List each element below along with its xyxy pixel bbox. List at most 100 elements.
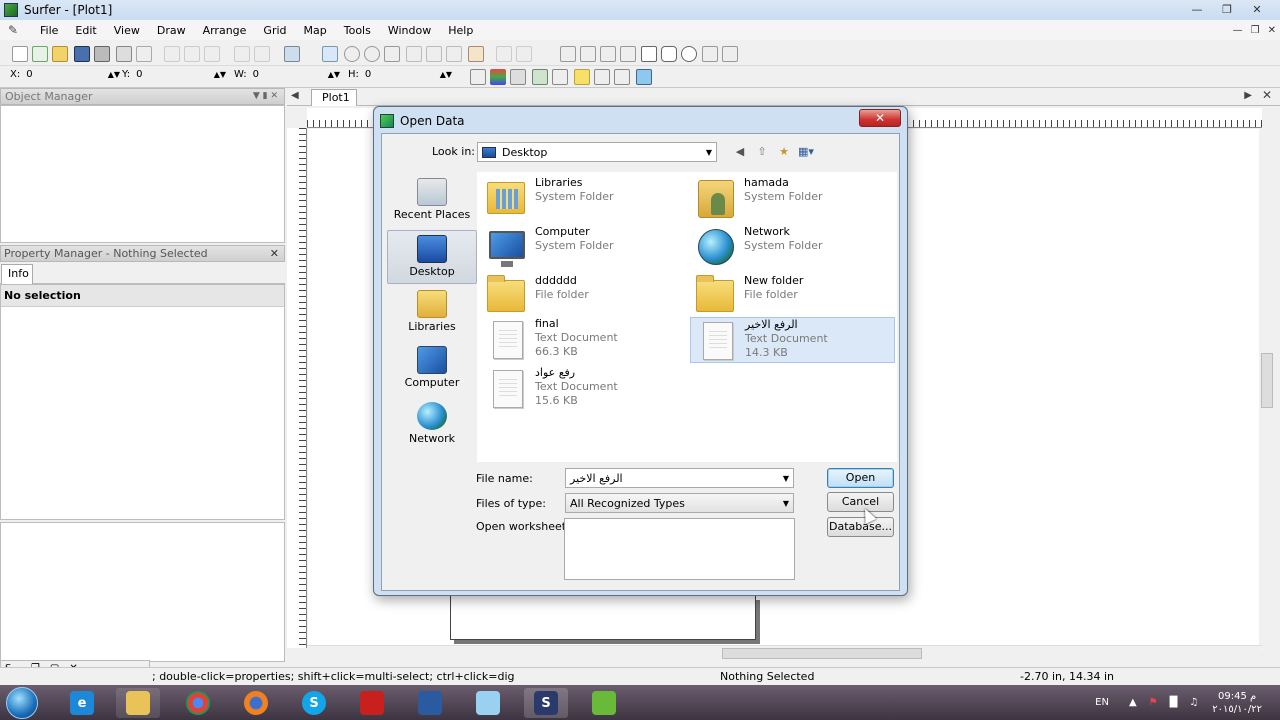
y-spinner-icon[interactable]: ▲▼: [214, 70, 226, 79]
close-icon[interactable]: ✕: [1242, 0, 1272, 18]
tab-scroll-left-icon[interactable]: ◀: [291, 90, 299, 101]
up-folder-icon[interactable]: ⇧: [754, 143, 770, 159]
tab-info[interactable]: Info: [1, 264, 33, 284]
action-center-icon[interactable]: ⚑: [1149, 697, 1158, 708]
polyline-tool-icon[interactable]: [600, 46, 616, 62]
pan-hand-icon[interactable]: [468, 46, 484, 62]
file-explorer-taskbar-icon[interactable]: [116, 688, 160, 718]
file-item-network[interactable]: Network System Folder: [690, 225, 895, 271]
height-field[interactable]: H: 0 ▲▼: [348, 69, 452, 80]
object-manager-tree[interactable]: [0, 105, 285, 243]
undo-icon[interactable]: [234, 46, 250, 62]
object-manager-controls[interactable]: ▼ ▮ ✕: [253, 89, 278, 104]
copy-icon[interactable]: [184, 46, 200, 62]
y-coordinate-field[interactable]: Y: 0 ▲▼: [122, 69, 226, 80]
new-icon[interactable]: [12, 46, 28, 62]
document-menu-icon[interactable]: ✎: [8, 23, 24, 37]
view-menu-icon[interactable]: ▦▾: [798, 143, 814, 159]
spline-tool-icon[interactable]: [702, 46, 718, 62]
network-tray-icon[interactable]: █: [1170, 697, 1178, 708]
clock[interactable]: 09:45 م ٢٠١٥/١٠/٢٢: [1212, 690, 1262, 716]
menu-window[interactable]: Window: [380, 24, 440, 37]
files-of-type-select[interactable]: All Recognized Types ▼: [565, 493, 794, 513]
menu-file[interactable]: File: [32, 24, 67, 37]
file-item-computer[interactable]: Computer System Folder: [481, 225, 686, 271]
image-map-icon[interactable]: [552, 69, 568, 85]
file-item-dddddd[interactable]: dddddd File folder: [481, 274, 686, 320]
menu-help[interactable]: Help: [440, 24, 482, 37]
vector-map-icon[interactable]: [594, 69, 610, 85]
zoom-fit-icon[interactable]: [406, 46, 422, 62]
help-pointer-icon[interactable]: [284, 46, 300, 62]
save-icon[interactable]: [74, 46, 90, 62]
notepad-taskbar-icon[interactable]: [466, 688, 510, 718]
menu-draw[interactable]: Draw: [149, 24, 195, 37]
map-base-icon[interactable]: [470, 69, 486, 85]
rectangle-tool-icon[interactable]: [641, 46, 657, 62]
menu-map[interactable]: Map: [296, 24, 336, 37]
new-folder-icon[interactable]: ★: [776, 143, 792, 159]
grid-data-icon[interactable]: [532, 69, 548, 85]
select-arrow-icon[interactable]: [322, 46, 338, 62]
vertical-scrollbar[interactable]: [1259, 128, 1275, 648]
place-libraries[interactable]: Libraries: [387, 286, 477, 340]
refresh-icon[interactable]: [516, 46, 532, 62]
open-button[interactable]: Open: [827, 468, 894, 488]
place-computer[interactable]: Computer: [387, 342, 477, 396]
export-icon[interactable]: [116, 46, 132, 62]
contour-map-icon[interactable]: [490, 69, 506, 85]
pdf-reader-taskbar-icon[interactable]: [350, 688, 394, 718]
chevron-down-icon[interactable]: ▼: [783, 474, 789, 483]
chrome-taskbar-icon[interactable]: [176, 688, 220, 718]
app-taskbar-icon[interactable]: [408, 688, 452, 718]
shaded-relief-icon[interactable]: [574, 69, 590, 85]
wireframe-icon[interactable]: [614, 69, 630, 85]
place-desktop[interactable]: Desktop: [387, 230, 477, 284]
new-worksheet-icon[interactable]: [32, 46, 48, 62]
back-icon[interactable]: ◀: [732, 143, 748, 159]
tab-plot1[interactable]: Plot1: [311, 89, 357, 106]
grapher-taskbar-icon[interactable]: [582, 688, 626, 718]
language-indicator[interactable]: EN: [1095, 697, 1109, 708]
file-item-libraries[interactable]: Libraries System Folder: [481, 176, 686, 222]
database-button[interactable]: Database...: [827, 517, 894, 537]
rotate-icon[interactable]: [496, 46, 512, 62]
file-name-input[interactable]: الرفع الاخير ▼: [565, 468, 794, 488]
volume-icon[interactable]: ♫: [1189, 697, 1198, 708]
redo-icon[interactable]: [254, 46, 270, 62]
x-coordinate-field[interactable]: X: 0 ▲▼: [10, 69, 120, 80]
file-item-hamada[interactable]: hamada System Folder: [690, 176, 895, 222]
polygon-tool-icon[interactable]: [580, 46, 596, 62]
menu-arrange[interactable]: Arrange: [195, 24, 256, 37]
restore-icon[interactable]: ❐: [1212, 0, 1242, 18]
width-field[interactable]: W: 0 ▲▼: [234, 69, 340, 80]
h-spinner-icon[interactable]: ▲▼: [440, 70, 452, 79]
firefox-taskbar-icon[interactable]: [234, 688, 278, 718]
start-button[interactable]: [6, 687, 38, 719]
post-map-icon[interactable]: [510, 69, 526, 85]
text-tool-icon[interactable]: [560, 46, 576, 62]
tab-scroll-right-icon[interactable]: ▶: [1244, 90, 1252, 101]
horizontal-scrollbar[interactable]: [307, 645, 1262, 661]
mdi-restore-icon[interactable]: ❐: [1251, 25, 1260, 36]
w-spinner-icon[interactable]: ▲▼: [328, 70, 340, 79]
place-recent-places[interactable]: Recent Places: [387, 174, 477, 228]
zoom-page-icon[interactable]: [426, 46, 442, 62]
zoom-in-icon[interactable]: [344, 46, 360, 62]
menu-view[interactable]: View: [106, 24, 149, 37]
tray-expand-icon[interactable]: ▲: [1129, 697, 1137, 708]
print-preview-icon[interactable]: [136, 46, 152, 62]
menu-tools[interactable]: Tools: [336, 24, 380, 37]
symbol-tool-icon[interactable]: [620, 46, 636, 62]
file-item-text[interactable]: رفع عواد Text Document 15.6 KB: [481, 366, 686, 412]
menu-edit[interactable]: Edit: [67, 24, 105, 37]
look-in-dropdown[interactable]: Desktop ▼: [477, 142, 717, 162]
open-worksheets-list[interactable]: [564, 518, 795, 580]
ellipse-tool-icon[interactable]: [681, 46, 697, 62]
file-item-selected[interactable]: الرفع الاخير Text Document 14.3 KB: [690, 317, 895, 363]
internet-explorer-taskbar-icon[interactable]: e: [60, 688, 104, 718]
horizontal-scroll-thumb[interactable]: [722, 648, 922, 659]
zoom-out-icon[interactable]: [364, 46, 380, 62]
mdi-close-icon[interactable]: ✕: [1268, 25, 1276, 36]
zoom-rect-icon[interactable]: [384, 46, 400, 62]
